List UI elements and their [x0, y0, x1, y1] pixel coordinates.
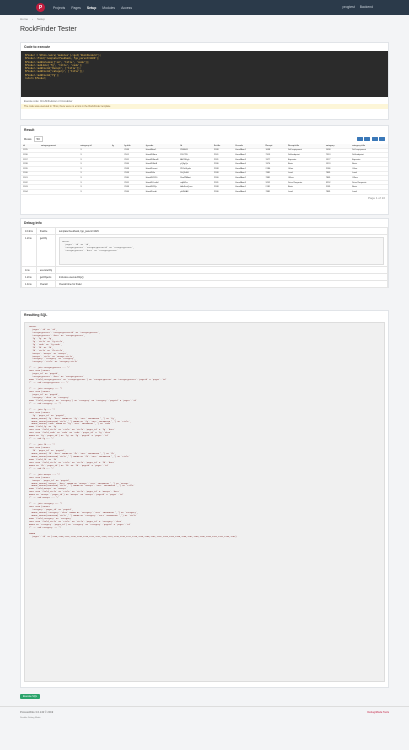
debug-label: getObj	[35, 234, 56, 267]
table-cell: Hand/Fandt	[143, 189, 179, 195]
result-card: Result Rows 50 id categoryparent category:…	[20, 125, 389, 215]
top-navigation: P Projects Pages Setup Modules Access pr…	[0, 0, 409, 15]
table-paging[interactable]: Page 1 of 10	[21, 195, 388, 201]
table-cell: 7881	[263, 189, 287, 195]
code-editor[interactable]: $finder = $this->wire('modules')->get('R…	[21, 51, 388, 97]
debug-value: template=feedback, fgo_parent=1029	[54, 227, 389, 235]
debug-value: Includes executeObjs()	[54, 273, 389, 281]
processwire-logo-icon[interactable]: P	[36, 3, 45, 12]
breadcrumb: Home › Setup	[0, 15, 409, 23]
table-cell: Hand/Arm4	[233, 189, 264, 195]
footer: ProcessWire 3.0.143 © 2019 Debug/Mode To…	[0, 706, 409, 750]
sql-card: Resulting SQL SELECT `pages`.`id` AS `id…	[20, 310, 389, 688]
debug-row: 1ms executeObj	[21, 266, 389, 274]
code-card: Code to execute $finder = $this->wire('m…	[20, 42, 389, 120]
debug-sql: SELECT `pages`.`id` AS `id`, `categorypa…	[58, 236, 384, 265]
nav-modules[interactable]: Modules	[102, 6, 115, 10]
table-cell: 3	[78, 189, 110, 195]
main-nav: Projects Pages Setup Modules Access	[53, 6, 132, 10]
debug-row: 1.4ms Overall Overall time for finder	[21, 280, 389, 288]
debug-label: Overall	[35, 280, 56, 288]
page-title: RockFinder Tester	[20, 26, 77, 33]
breadcrumb-home[interactable]: Home	[20, 17, 28, 21]
debug-tools-link[interactable]: Debug/Mode Tools	[367, 711, 389, 714]
table-cell: Load	[286, 189, 324, 195]
code-line: return $finder;	[25, 77, 47, 81]
breadcrumb-separator: ›	[32, 17, 34, 21]
breadcrumb-setup[interactable]: Setup	[37, 17, 45, 21]
rows-label: Rows	[24, 137, 32, 141]
table-cell: Load	[350, 189, 388, 195]
table-cell: 2186	[122, 189, 144, 195]
execution-message: The code was executed in 73ms; there wer…	[21, 104, 388, 109]
table-row: 1244 3 2186 Hand/Fandt ph2HfAK 2186 Hand/Arm4 7…	[21, 189, 388, 195]
table-cell	[109, 189, 123, 195]
csv-icon[interactable]	[364, 137, 370, 141]
nav-access[interactable]: Access	[121, 6, 132, 10]
nav-pages[interactable]: Pages	[71, 6, 81, 10]
table-cell: 7881	[323, 189, 351, 195]
disable-debug-link[interactable]: Disable Debug Mode	[20, 717, 389, 719]
table-cell	[38, 189, 79, 195]
nav-setup[interactable]: Setup	[87, 6, 96, 10]
footer-version: ProcessWire 3.0.143 © 2019	[20, 711, 54, 714]
debug-time: 13.4ms	[21, 227, 37, 235]
debug-time: 1.4ms	[21, 280, 37, 288]
debug-title: Debug info	[24, 221, 42, 225]
debug-card: Debug info 13.4ms finalize template=feedba…	[20, 218, 389, 288]
table-cell: 2186	[211, 189, 234, 195]
rows-select[interactable]: 50	[33, 136, 43, 142]
sql-output[interactable]: SELECT `pages`.`id` AS `id`, `categorypa…	[24, 322, 385, 682]
debug-row: 1.2ms getObjects Includes executeObjs()	[21, 273, 389, 281]
debug-row: 13.4ms finalize template=feedback, fgo_par…	[21, 227, 389, 235]
debug-row: 1.2ms getObj SELECT `pages`.`id` AS `id`, …	[21, 234, 389, 267]
copy-icon[interactable]	[356, 137, 363, 141]
table-cell: ph2HfAK	[178, 189, 212, 195]
table-cell: 1244	[21, 189, 39, 195]
sql-title: Resulting SQL	[24, 313, 48, 317]
debug-label: executeObj	[35, 266, 56, 274]
execute-sql-button[interactable]: Execute SQL	[20, 694, 40, 699]
debug-value	[54, 266, 389, 274]
download-icon[interactable]	[371, 137, 378, 141]
nav-projects[interactable]: Projects	[53, 6, 65, 10]
result-table: id categoryparent category:id fg fg:title fg:…	[21, 144, 388, 195]
code-card-title: Code to execute	[24, 45, 51, 49]
debug-label: getObjects	[35, 273, 56, 281]
debug-time: 1ms	[21, 266, 37, 274]
table-tools	[356, 137, 385, 141]
debug-table: 13.4ms finalize template=feedback, fgo_par…	[21, 227, 389, 288]
user-menu[interactable]: progtest	[343, 5, 355, 9]
debug-value: Overall time for finder	[54, 280, 389, 288]
result-title: Result	[24, 128, 35, 132]
debug-time: 1.2ms	[21, 273, 37, 281]
debug-time: 1.2ms	[21, 234, 37, 267]
fullscreen-icon[interactable]	[379, 137, 385, 141]
debug-label: finalize	[35, 227, 56, 235]
backend-link[interactable]: Backend	[360, 5, 373, 9]
